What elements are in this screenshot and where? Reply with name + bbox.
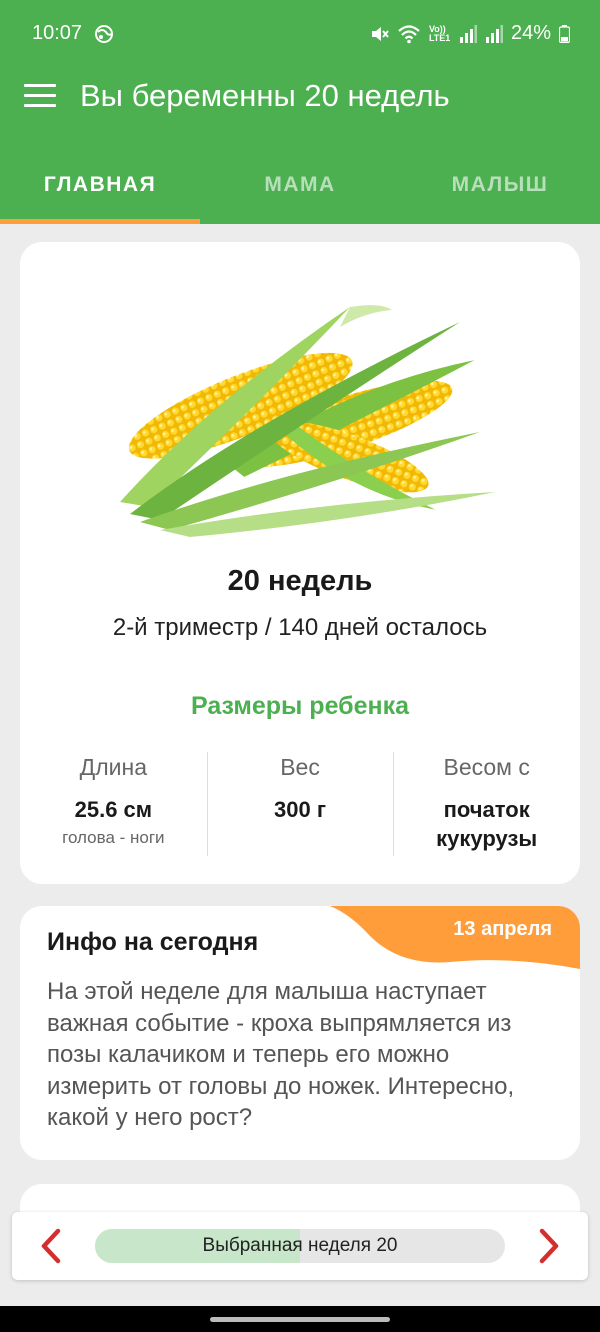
tab-mom[interactable]: МАМА (200, 158, 400, 224)
corn-cobs-illustration (120, 305, 495, 537)
globe-sync-icon (95, 25, 113, 43)
baby-stats: Длина 25.6 см голова - ноги Вес 300 г Ве… (20, 750, 580, 858)
selected-week-label: Выбранная неделя 20 (202, 1235, 398, 1256)
stat-value: початок кукурузы (436, 797, 538, 851)
tab-home[interactable]: ГЛАВНАЯ (0, 158, 200, 224)
status-time: 10:07 (32, 22, 83, 44)
info-date: 13 апреля (453, 918, 552, 940)
info-body: На этой неделе для малыша наступает важн… (47, 978, 515, 1131)
battery-icon (559, 24, 570, 43)
stat-sub: голова - ноги (62, 828, 165, 847)
stat-weight: Вес 300 г (206, 750, 394, 858)
info-title: Инфо на сегодня (47, 928, 259, 956)
battery-percent: 24% (510, 22, 551, 44)
tab-baby[interactable]: МАЛЫШ (400, 158, 600, 224)
week-selector: Выбранная неделя 20 (12, 1212, 588, 1280)
stat-value: 300 г (274, 797, 326, 822)
wifi-icon (398, 24, 420, 43)
app-bar: Вы беременны 20 недель ГЛАВНАЯ МАМА МАЛЫ… (0, 68, 600, 224)
status-icons: Vo)) LTE1 24% (369, 22, 570, 45)
summary-card: 20 недель 2-й триместр / 140 дней остало… (20, 242, 580, 884)
page-title: Вы беременны 20 недель (80, 78, 450, 113)
info-card: 13 апреля Инфо на сегодня На этой неделе… (20, 906, 580, 1160)
previous-week-arrow-icon[interactable] (32, 1226, 72, 1266)
stat-comparison: Весом с початок кукурузы (393, 750, 580, 858)
signal-strength-icon (459, 24, 477, 43)
signal-strength-2-icon (485, 24, 503, 43)
tab-bar: ГЛАВНАЯ МАМА МАЛЫШ (0, 158, 600, 224)
stat-length: Длина 25.6 см голова - ноги (20, 750, 207, 858)
next-week-arrow-icon[interactable] (528, 1226, 568, 1266)
week-progress-bar: Выбранная неделя 20 (95, 1229, 505, 1263)
baby-sizes-title: Размеры ребенка (190, 692, 410, 720)
network-type-label: Vo)) LTE1 (428, 23, 451, 43)
stat-label: Длина (79, 754, 147, 780)
system-nav-bar (0, 1306, 600, 1332)
home-gesture-handle[interactable] (210, 1317, 390, 1322)
status-bar: 10:07 Vo)) LTE1 24% (0, 0, 600, 68)
mute-icon (371, 26, 389, 41)
week-title: 20 недель (227, 565, 373, 597)
hamburger-menu-icon[interactable] (24, 84, 56, 112)
stat-value: 25.6 см (74, 797, 153, 822)
stat-label: Весом с (443, 754, 530, 780)
stat-label: Вес (280, 754, 320, 780)
trimester-text: 2-й триместр / 140 дней осталось (112, 614, 488, 641)
